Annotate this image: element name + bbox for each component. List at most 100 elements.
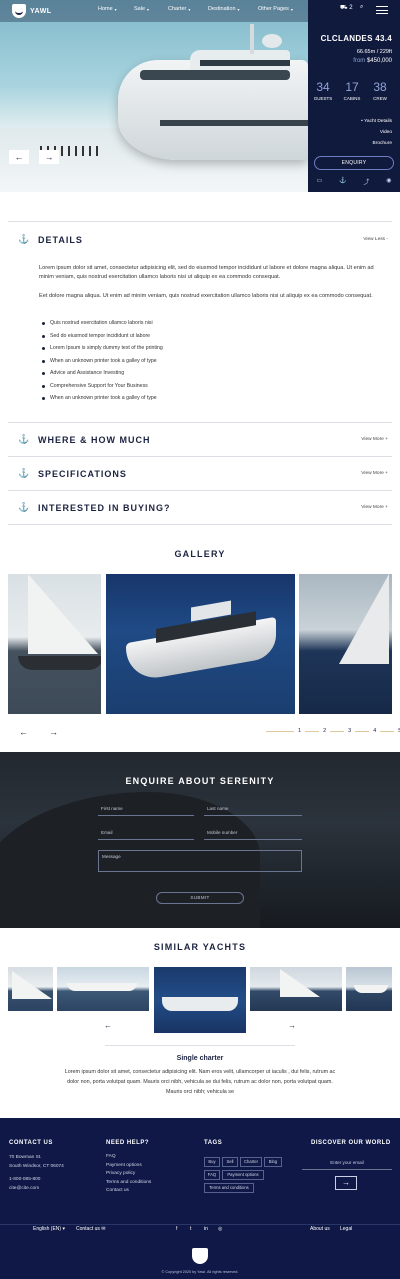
footer-contact-title: CONTACT US bbox=[9, 1140, 53, 1146]
tag-sell[interactable]: Sell bbox=[222, 1157, 238, 1167]
similar-yacht-card[interactable] bbox=[8, 967, 53, 1011]
hull-shape bbox=[354, 985, 388, 993]
sail-shape bbox=[339, 574, 389, 664]
view-toggle[interactable]: View More + bbox=[361, 505, 388, 510]
pager-line bbox=[380, 730, 395, 732]
cart-icon[interactable]: ⛟ 2 bbox=[340, 4, 353, 12]
tag-terms[interactable]: Terms and conditions bbox=[204, 1183, 254, 1193]
gallery-image-yacht[interactable] bbox=[106, 574, 295, 714]
hull-shape bbox=[67, 983, 137, 991]
brand-logo[interactable]: YAWL bbox=[12, 4, 52, 18]
link-yacht-details[interactable]: • Yacht Details bbox=[361, 116, 392, 127]
gallery-next-button[interactable]: → bbox=[49, 727, 58, 737]
divider bbox=[8, 524, 392, 525]
yacht-title: CLCLANDES 43.4 bbox=[320, 34, 392, 43]
nav-item-home[interactable]: Home ▾ bbox=[98, 6, 117, 12]
gallery-image-sailboat[interactable] bbox=[8, 574, 101, 714]
link-video[interactable]: Video bbox=[361, 127, 392, 138]
instagram-icon[interactable]: ◎ bbox=[218, 1226, 222, 1232]
section-title: SPECIFICATIONS bbox=[38, 469, 127, 479]
stat-label: GUESTS bbox=[313, 96, 333, 101]
hero-prev-button[interactable]: ← bbox=[9, 150, 29, 164]
tag-blog[interactable]: Blog bbox=[264, 1157, 282, 1167]
anchor-shield-icon bbox=[12, 4, 26, 18]
panel-icons: ▭ ⚓ ⤴ ◉ bbox=[308, 177, 400, 186]
tag-buy[interactable]: Buy bbox=[204, 1157, 220, 1167]
footer-contact-link[interactable]: Contact us ✉ bbox=[76, 1226, 106, 1232]
nav-item-other-pages[interactable]: Other Pages ▾ bbox=[258, 6, 293, 12]
page-3[interactable]: 3 bbox=[348, 728, 351, 734]
similar-yacht-card[interactable] bbox=[346, 967, 392, 1011]
footer-link[interactable]: Contact us bbox=[106, 1187, 151, 1196]
footer-link[interactable]: Payment options bbox=[106, 1162, 151, 1171]
similar-item-title: Single charter bbox=[176, 1055, 224, 1062]
hero-next-button[interactable]: → bbox=[39, 150, 59, 164]
linkedin-icon[interactable]: in bbox=[204, 1226, 208, 1232]
footer-link[interactable]: FAQ bbox=[106, 1153, 151, 1162]
footer-legal-link[interactable]: Legal bbox=[340, 1226, 352, 1232]
sail-shape bbox=[28, 574, 98, 654]
gallery-image-regatta[interactable] bbox=[299, 574, 392, 714]
footer-phone[interactable]: 1-800-085-800 bbox=[9, 1176, 64, 1185]
view-toggle[interactable]: View Less - bbox=[363, 237, 388, 242]
section-details-header[interactable]: ⚓ DETAILS View Less - bbox=[8, 232, 392, 252]
footer-link[interactable]: Privacy policy bbox=[106, 1170, 151, 1179]
section-specs-header[interactable]: ⚓ SPECIFICATIONS View More + bbox=[8, 466, 392, 486]
similar-yacht-card[interactable] bbox=[57, 967, 149, 1011]
submit-button[interactable]: SUBMIT bbox=[156, 892, 244, 904]
similar-yacht-card[interactable] bbox=[250, 967, 342, 1011]
language-selector[interactable]: English (EN) ▾ bbox=[33, 1226, 65, 1232]
footer-logo[interactable] bbox=[192, 1248, 208, 1264]
tag-charter[interactable]: Charter bbox=[240, 1157, 262, 1167]
menu-icon[interactable] bbox=[376, 6, 388, 14]
view-toggle[interactable]: View More + bbox=[361, 471, 388, 476]
message-field[interactable]: Message bbox=[98, 850, 302, 872]
anchor-icon: ⚓ bbox=[18, 234, 30, 244]
gallery-prev-button[interactable]: ← bbox=[19, 727, 28, 737]
search-icon[interactable]: ⌕ bbox=[360, 4, 363, 11]
calendar-icon[interactable]: ▭ bbox=[316, 177, 322, 186]
footer: CONTACT US 70 Bowman St. South Windsor, … bbox=[0, 1118, 400, 1279]
link-brochure[interactable]: Brochure bbox=[361, 138, 392, 149]
view-toggle[interactable]: View More + bbox=[361, 437, 388, 442]
first-name-field[interactable]: First name bbox=[98, 804, 194, 816]
footer-tags-title: TAGS bbox=[204, 1140, 223, 1146]
similar-prev-button[interactable]: ← bbox=[104, 1021, 112, 1030]
eye-icon[interactable]: ◉ bbox=[386, 177, 391, 186]
enquire-title: ENQUIRE ABOUT SERENITY bbox=[125, 776, 275, 786]
footer-about-link[interactable]: About us bbox=[310, 1226, 330, 1232]
divider bbox=[105, 1045, 295, 1046]
last-name-field[interactable]: Last name bbox=[204, 804, 302, 816]
footer-link[interactable]: Terms and conditions bbox=[106, 1179, 151, 1188]
nav-label: Other Pages bbox=[258, 6, 289, 12]
details-bullets: Quis nostrud exercitation ullamco labori… bbox=[42, 320, 163, 408]
page-2[interactable]: 2 bbox=[323, 728, 326, 734]
email-field[interactable]: Email bbox=[98, 828, 194, 840]
tag-faq[interactable]: FAQ bbox=[204, 1170, 220, 1180]
enquiry-button[interactable]: ENQUIRY bbox=[314, 156, 394, 170]
similar-yacht-card-active[interactable] bbox=[154, 967, 246, 1033]
stat-label: CABINS bbox=[343, 96, 361, 101]
similar-next-button[interactable]: → bbox=[288, 1021, 296, 1030]
newsletter-email-input[interactable]: Enter your email bbox=[302, 1158, 392, 1170]
tag-payment-options[interactable]: Payment options bbox=[222, 1170, 264, 1180]
page-1[interactable]: 1 bbox=[298, 728, 301, 734]
footer-address: 70 Bowman St. South Windsor, CT 06074 1-… bbox=[9, 1154, 64, 1193]
page-4[interactable]: 4 bbox=[373, 728, 376, 734]
anchor-icon[interactable]: ⚓ bbox=[339, 177, 346, 186]
sail-shape bbox=[280, 969, 320, 997]
share-icon[interactable]: ⤴ bbox=[363, 177, 369, 186]
footer-email[interactable]: cite@cite.com bbox=[9, 1185, 64, 1194]
twitter-icon[interactable]: t bbox=[190, 1226, 191, 1232]
facebook-icon[interactable]: f bbox=[176, 1226, 177, 1232]
nav-item-sale[interactable]: Sale ▾ bbox=[134, 6, 149, 12]
nav-item-destination[interactable]: Destination ▾ bbox=[208, 6, 240, 12]
gallery-pagination: 1 2 3 4 5 bbox=[262, 728, 400, 734]
nav-item-charter[interactable]: Charter ▾ bbox=[168, 6, 190, 12]
section-where-header[interactable]: ⚓ WHERE & HOW MUCH View More + bbox=[8, 432, 392, 452]
newsletter-submit-button[interactable]: → bbox=[335, 1176, 357, 1190]
anchor-icon: ⚓ bbox=[18, 502, 30, 512]
section-title: INTERESTED IN BUYING? bbox=[38, 503, 171, 513]
mobile-field[interactable]: Mobile number bbox=[204, 828, 302, 840]
section-buying-header[interactable]: ⚓ INTERESTED IN BUYING? View More + bbox=[8, 500, 392, 520]
